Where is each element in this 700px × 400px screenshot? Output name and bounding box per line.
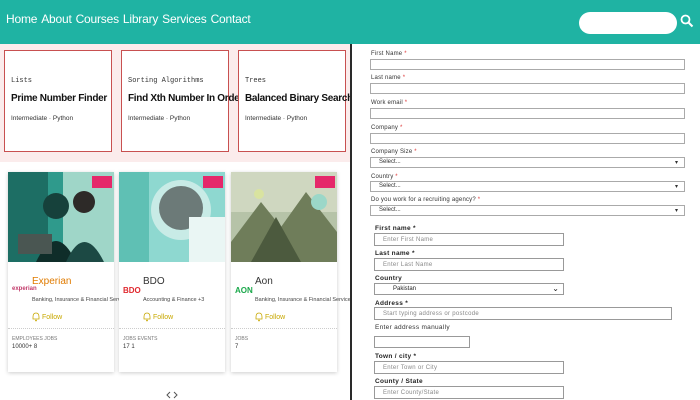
course-meta: Intermediate · Python [128, 115, 191, 122]
last-name-label-2: Last name * [375, 250, 415, 257]
town-label: Town / city * [375, 353, 417, 360]
country-label-2: Country [375, 275, 403, 282]
work-email-field[interactable] [370, 108, 685, 119]
course-title: Prime Number Finder [11, 93, 107, 104]
employer-card[interactable]: AON Aon Banking, Insurance & Financial S… [231, 172, 353, 372]
follow-bell-icon [143, 312, 151, 322]
country-label: Country * [371, 174, 398, 180]
search-input[interactable] [579, 12, 677, 34]
address-label: Address * [375, 300, 409, 307]
nav-library[interactable]: Library [123, 12, 158, 26]
company-size-select[interactable]: Select... ▾ [370, 157, 685, 168]
employer-sector: Banking, Insurance & Financial Services [255, 297, 354, 303]
course-category: Lists [11, 77, 33, 85]
employer-cover-image [231, 172, 337, 262]
agency-label: Do you work for a recruiting agency? * [371, 197, 481, 203]
search-icon[interactable] [680, 14, 694, 28]
company-field[interactable] [370, 133, 685, 144]
first-name-input[interactable]: Enter First Name [374, 233, 564, 246]
course-category: Sorting Algorithms [128, 77, 204, 85]
follow-button[interactable]: Follow [255, 312, 285, 322]
employer-sector: Accounting & Finance +3 [143, 297, 205, 303]
nav-contact[interactable]: Contact [211, 12, 251, 26]
course-meta: Intermediate · Python [11, 115, 74, 122]
course-card[interactable]: Sorting Algorithms Find Xth Number In Or… [121, 50, 243, 152]
country-select[interactable]: Select... ▾ [370, 181, 685, 192]
first-name-label-2: First name * [375, 225, 416, 232]
featured-badge [92, 176, 112, 188]
country-dropdown[interactable]: Pakistan ⌄ [374, 283, 564, 295]
nav-courses[interactable]: Courses [76, 12, 119, 26]
last-name-input[interactable]: Enter Last Name [374, 258, 564, 271]
county-label: County / State [375, 378, 423, 385]
follow-bell-icon [32, 312, 40, 322]
employer-cover-image [119, 172, 225, 262]
carousel-prev-arrow-icon[interactable] [160, 390, 184, 400]
course-card-row: Lists Prime Number Finder Intermediate ·… [0, 44, 375, 162]
company-size-label: Company Size * [371, 149, 417, 155]
card-divider [119, 328, 225, 329]
course-meta: Intermediate · Python [245, 115, 308, 122]
town-input[interactable]: Enter Town or City [374, 361, 564, 374]
employer-logo: AON [235, 286, 253, 295]
agency-select[interactable]: Select... ▾ [370, 205, 685, 216]
chevron-down-icon: ⌄ [552, 284, 559, 293]
main-nav: Home About Courses Library Services Cont… [6, 12, 251, 26]
first-name-field[interactable] [370, 59, 685, 70]
employer-logo: experian [12, 286, 37, 292]
stat-labels: EMPLOYEES JOBS [12, 336, 58, 342]
employer-logo: BDO [123, 286, 141, 295]
employer-card[interactable]: BDO BDO Accounting & Finance +3 Follow J… [119, 172, 225, 372]
chevron-down-icon: ▾ [674, 208, 678, 214]
employer-name[interactable]: BDO [143, 276, 165, 287]
county-input[interactable]: Enter County/State [374, 386, 564, 399]
employer-name[interactable]: Aon [255, 276, 273, 287]
last-name-field[interactable] [370, 83, 685, 94]
featured-badge [203, 176, 223, 188]
follow-label: Follow [153, 313, 174, 321]
follow-button[interactable]: Follow [143, 312, 173, 322]
follow-bell-icon [255, 312, 263, 322]
top-navigation-bar: Home About Courses Library Services Cont… [0, 0, 700, 44]
featured-badge [315, 176, 335, 188]
stat-labels: JOBS [235, 336, 249, 342]
employer-card[interactable]: experian Experian Banking, Insurance & F… [8, 172, 138, 372]
course-card[interactable]: Lists Prime Number Finder Intermediate ·… [4, 50, 112, 152]
course-card[interactable]: Trees Balanced Binary Search Tree Interm… [238, 50, 375, 152]
company-label: Company * [371, 125, 403, 131]
employer-cover-image [8, 172, 114, 262]
first-name-label: First Name * [371, 51, 407, 57]
follow-label: Follow [42, 313, 63, 321]
chevron-down-icon: ▾ [674, 160, 678, 166]
manual-address-input[interactable] [374, 336, 470, 348]
stat-values: 17 1 [123, 344, 135, 350]
last-name-label: Last name * [371, 75, 406, 81]
left-panel: Lists Prime Number Finder Intermediate ·… [0, 44, 375, 400]
right-panel: First Name * Last name * Work email * Co… [352, 44, 700, 400]
course-category: Trees [245, 77, 267, 85]
work-email-label: Work email * [371, 100, 408, 106]
nav-services[interactable]: Services [162, 12, 207, 26]
stat-values: 7 [235, 344, 239, 350]
address-input[interactable]: Start typing address or postcode [374, 307, 672, 320]
follow-button[interactable]: Follow [32, 312, 62, 322]
employer-name[interactable]: Experian [32, 276, 71, 287]
nav-home[interactable]: Home [6, 12, 37, 26]
stat-values: 10000+ 8 [12, 344, 38, 350]
nav-about[interactable]: About [41, 12, 72, 26]
chevron-down-icon: ▾ [674, 184, 678, 190]
stat-labels: JOBS EVENTS [123, 336, 158, 342]
card-divider [231, 328, 337, 329]
card-divider [8, 328, 114, 329]
enter-address-manually-link[interactable]: Enter address manually [375, 324, 450, 331]
course-title: Find Xth Number In Order [128, 93, 244, 104]
follow-label: Follow [265, 313, 286, 321]
